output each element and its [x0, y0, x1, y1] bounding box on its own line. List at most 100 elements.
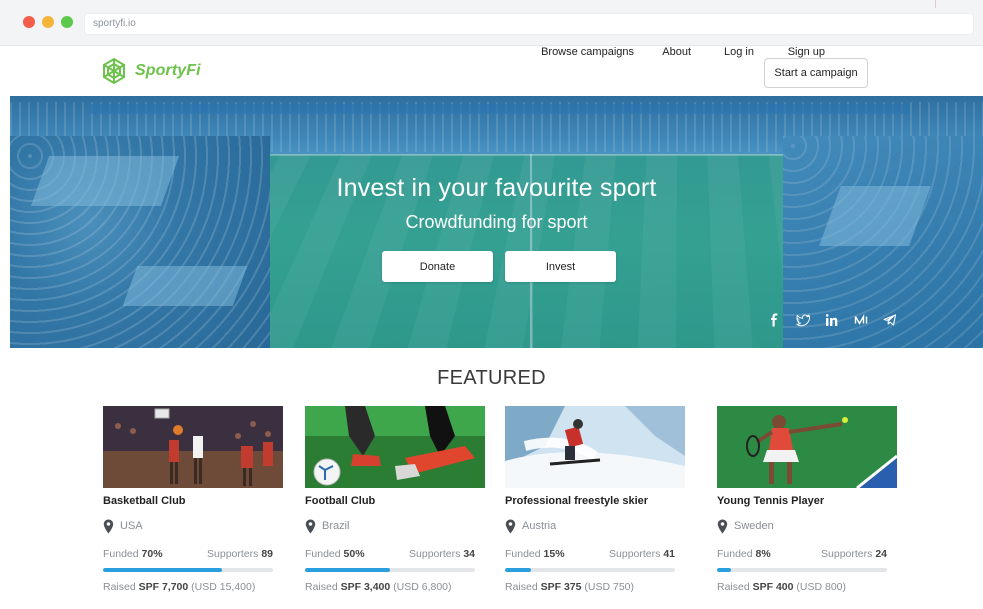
raised-label: Raised: [305, 581, 338, 593]
ski-scene: [505, 406, 685, 488]
raised-label: Raised: [717, 581, 750, 593]
supporters-value: 89: [261, 548, 273, 560]
raised-usd: (USD 6,800): [393, 581, 452, 593]
location-pin-icon: [305, 519, 316, 533]
funding-progress-bar: [103, 568, 273, 572]
campaign-card[interactable]: Professional freestyle skier Austria Fun…: [505, 406, 685, 606]
skier-image[interactable]: [505, 406, 685, 488]
funded-stat: Funded 50%: [305, 548, 365, 560]
supporters-stat: Supporters 89: [207, 548, 273, 560]
location-text: Austria: [522, 520, 557, 532]
funding-progress-bar: [505, 568, 675, 572]
minimize-window-button[interactable]: [42, 16, 54, 28]
invest-button[interactable]: Invest: [505, 251, 616, 282]
progress-fill: [505, 568, 531, 572]
linkedin-icon[interactable]: [824, 312, 840, 328]
raised-spf: SPF 3,400: [340, 581, 391, 593]
funded-label: Funded: [305, 548, 341, 560]
raised-amount: Raised SPF 3,400 (USD 6,800): [305, 581, 452, 593]
close-window-button[interactable]: [23, 16, 35, 28]
supporters-value: 41: [663, 548, 675, 560]
featured-heading: FEATURED: [437, 367, 546, 389]
funded-value: 8%: [755, 548, 771, 560]
nav-log-in[interactable]: Log in: [724, 46, 754, 58]
browser-toolbar: sportyfi.io: [0, 0, 983, 46]
progress-fill: [305, 568, 390, 572]
hero-banner: Invest in your favourite sport Crowdfund…: [10, 96, 983, 348]
campaign-title[interactable]: Young Tennis Player: [717, 495, 824, 507]
campaign-title[interactable]: Professional freestyle skier: [505, 495, 648, 507]
tennis-image[interactable]: [717, 406, 897, 488]
location-text: Brazil: [322, 520, 350, 532]
funded-value: 15%: [543, 548, 565, 560]
logo-mark-icon: [103, 57, 125, 85]
campaign-title[interactable]: Football Club: [305, 495, 375, 507]
address-bar[interactable]: sportyfi.io: [84, 13, 974, 35]
basketball-scene: [103, 406, 283, 488]
campaign-card[interactable]: Young Tennis Player Sweden Funded 8% Sup…: [717, 406, 897, 606]
funded-stat: Funded 70%: [103, 548, 163, 560]
raised-usd: (USD 750): [584, 581, 634, 593]
location-text: USA: [120, 520, 143, 532]
supporters-stat: Supporters 24: [821, 548, 887, 560]
donate-button[interactable]: Donate: [382, 251, 493, 282]
campaign-card[interactable]: Basketball Club USA Funded 70% Supporter…: [103, 406, 283, 606]
raised-usd: (USD 15,400): [191, 581, 256, 593]
progress-fill: [717, 568, 731, 572]
maximize-window-button[interactable]: [61, 16, 73, 28]
supporters-label: Supporters: [409, 548, 461, 560]
location-pin-icon: [505, 519, 516, 533]
funded-stat: Funded 8%: [717, 548, 771, 560]
raised-amount: Raised SPF 400 (USD 800): [717, 581, 846, 593]
supporters-label: Supporters: [207, 548, 259, 560]
raised-spf: SPF 375: [540, 581, 582, 593]
medium-icon[interactable]: [853, 312, 869, 328]
campaign-location: Austria: [505, 518, 556, 534]
basketball-image[interactable]: [103, 406, 283, 488]
twitter-icon[interactable]: [795, 312, 811, 328]
funded-stat: Funded 15%: [505, 548, 565, 560]
football-scene: [305, 406, 485, 488]
campaign-location: USA: [103, 518, 143, 534]
funded-label: Funded: [505, 548, 541, 560]
raised-amount: Raised SPF 7,700 (USD 15,400): [103, 581, 255, 593]
location-pin-icon: [103, 519, 114, 533]
hero-title: Invest in your favourite sport: [336, 174, 657, 202]
football-image[interactable]: [305, 406, 485, 488]
supporters-value: 34: [463, 548, 475, 560]
raised-amount: Raised SPF 375 (USD 750): [505, 581, 634, 593]
sportyfi-logo[interactable]: SportyFi: [100, 56, 201, 86]
start-campaign-button[interactable]: Start a campaign: [764, 58, 868, 88]
raised-spf: SPF 400: [752, 581, 794, 593]
supporters-label: Supporters: [609, 548, 661, 560]
nav-sign-up[interactable]: Sign up: [788, 46, 825, 58]
decorative-line: [935, 0, 936, 8]
progress-fill: [103, 568, 222, 572]
facebook-icon[interactable]: [766, 312, 782, 328]
funding-progress-bar: [717, 568, 887, 572]
location-pin-icon: [717, 519, 728, 533]
social-links: [753, 312, 898, 328]
raised-usd: (USD 800): [796, 581, 846, 593]
hero-subtitle: Crowdfunding for sport: [405, 212, 588, 232]
supporters-stat: Supporters 41: [609, 548, 675, 560]
nav-browse-campaigns[interactable]: Browse campaigns: [541, 46, 634, 58]
supporters-label: Supporters: [821, 548, 873, 560]
campaign-card[interactable]: Football Club Brazil Funded 50% Supporte…: [305, 406, 485, 606]
funded-label: Funded: [103, 548, 139, 560]
raised-label: Raised: [505, 581, 538, 593]
site-header: SportyFi Browse campaigns About Log in S…: [10, 46, 983, 96]
supporters-stat: Supporters 34: [409, 548, 475, 560]
address-text: sportyfi.io: [93, 18, 136, 29]
telegram-icon[interactable]: [882, 312, 898, 328]
campaign-location: Brazil: [305, 518, 350, 534]
nav-about[interactable]: About: [662, 46, 691, 58]
logo-text: SportyFi: [135, 62, 201, 79]
location-text: Sweden: [734, 520, 774, 532]
campaign-location: Sweden: [717, 518, 774, 534]
raised-spf: SPF 7,700: [138, 581, 189, 593]
funded-value: 70%: [141, 548, 163, 560]
funded-label: Funded: [717, 548, 753, 560]
campaign-title[interactable]: Basketball Club: [103, 495, 186, 507]
funding-progress-bar: [305, 568, 475, 572]
